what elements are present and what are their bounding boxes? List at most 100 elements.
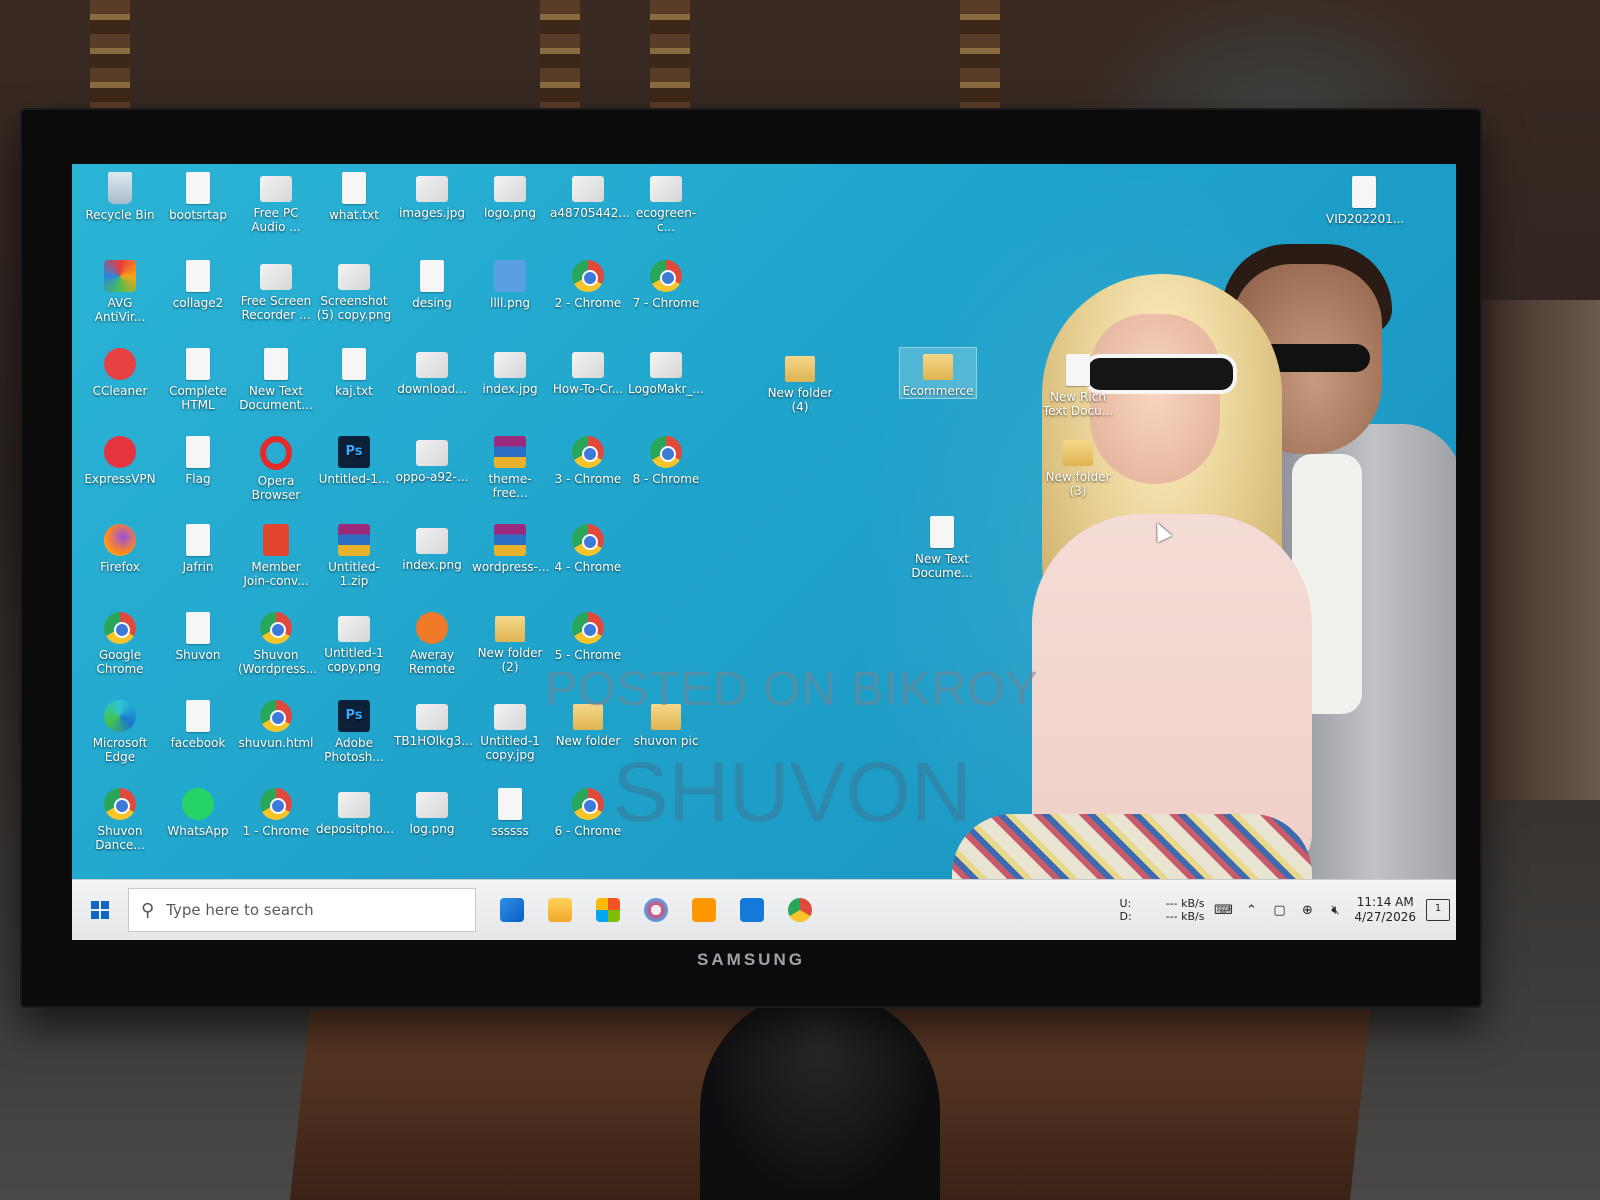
folder-icon	[495, 616, 525, 642]
desktop-icon[interactable]: VID202201...	[1326, 174, 1404, 226]
desktop-icon[interactable]: Shuvon	[160, 610, 236, 662]
desktop-icon[interactable]: Google Chrome	[82, 610, 158, 676]
desktop-icon[interactable]: 4 - Chrome	[550, 522, 626, 574]
notification-center-icon[interactable]: 1	[1426, 899, 1450, 921]
desktop-icon[interactable]: images.jpg	[394, 170, 470, 220]
desktop-icon-label: shuvun.html	[238, 736, 314, 750]
desktop-icon-label: oppo-a92-...	[395, 470, 469, 484]
chevron-up-icon[interactable]: ⌃	[1242, 902, 1260, 918]
desktop-icon[interactable]: Ps Untitled-1...	[316, 434, 392, 486]
desktop-icon-label: Flag	[185, 472, 211, 486]
desktop-icon[interactable]: Jafrin	[160, 522, 236, 574]
keyboard-icon[interactable]: ⌨	[1214, 902, 1233, 918]
desktop-icon[interactable]: New Rich Text Docu...	[1040, 352, 1116, 418]
desktop-icon[interactable]: Ps Adobe Photosh...	[316, 698, 392, 764]
pinned-store[interactable]	[588, 890, 628, 930]
desktop-icon[interactable]: facebook	[160, 698, 236, 750]
aweray-icon	[416, 612, 448, 644]
desktop-icon[interactable]: How-To-Cr...	[550, 346, 626, 396]
desktop-icon[interactable]: index.jpg	[472, 346, 548, 396]
image-file-icon	[650, 176, 682, 202]
desktop-icon[interactable]: oppo-a92-...	[394, 434, 470, 484]
desktop-icon[interactable]: WhatsApp	[160, 786, 236, 838]
desktop-icon[interactable]: Free Screen Recorder ...	[238, 258, 314, 322]
pinned-file-explorer[interactable]	[540, 890, 580, 930]
start-button[interactable]	[80, 894, 120, 926]
desktop-icon[interactable]: download...	[394, 346, 470, 396]
system-tray: U: D: --- kB/s --- kB/s ⌨ ⌃ ▢ ⊕ 🔇︎ 11:14…	[1120, 884, 1450, 936]
clock[interactable]: 11:14 AM 4/27/2026	[1354, 895, 1416, 925]
desktop-icon[interactable]: New folder (2)	[472, 610, 548, 674]
desktop-icon[interactable]: New folder (4)	[762, 350, 838, 414]
desktop-icon[interactable]: Member Join-conv...	[238, 522, 314, 588]
taskbar: ⚲ U: D: --- kB/s --- kB/s	[72, 879, 1456, 940]
desktop-icon[interactable]: Opera Browser	[238, 434, 314, 502]
desktop-icon[interactable]: New Text Docume...	[904, 514, 980, 580]
desktop-icon[interactable]: index.png	[394, 522, 470, 572]
network-icon[interactable]: ⊕	[1298, 902, 1316, 918]
desktop-icon[interactable]: wordpress-...	[472, 522, 549, 574]
desktop-icon[interactable]: Shuvon (Wordpress...	[238, 610, 317, 676]
desktop-icon[interactable]: Untitled-1.zip	[316, 522, 392, 588]
chrome-icon	[572, 612, 604, 644]
pinned-sublime[interactable]	[684, 890, 724, 930]
desktop-icon[interactable]: ExpressVPN	[82, 434, 158, 486]
desktop-icon[interactable]: a48705442...	[550, 170, 630, 220]
desktop-screen[interactable]: Recycle Bin bootsrtap Free PC Audio ... wha…	[72, 164, 1456, 940]
desktop-icon[interactable]: what.txt	[316, 170, 392, 222]
desktop-icon[interactable]: 5 - Chrome	[550, 610, 626, 662]
desktop-icon[interactable]: ecogreen-c...	[628, 170, 704, 234]
desktop-icon-label: Free PC Audio ...	[251, 206, 301, 234]
pinned-media-player[interactable]	[732, 890, 772, 930]
desktop-icon[interactable]: AVG AntiVir...	[82, 258, 158, 324]
desktop-icon[interactable]: 6 - Chrome	[550, 786, 626, 838]
desktop-icon-label: New Rich Text Docu...	[1042, 390, 1114, 418]
search-input[interactable]	[164, 900, 449, 920]
archive-icon	[338, 524, 370, 556]
desktop-icon[interactable]: shuvon pic	[628, 698, 704, 748]
desktop-icon[interactable]: llll.png	[472, 258, 548, 310]
pinned-paint[interactable]	[636, 890, 676, 930]
desktop-icon[interactable]: CCleaner	[82, 346, 158, 398]
desktop-icon[interactable]: 7 - Chrome	[628, 258, 704, 310]
desktop-icon[interactable]: Free PC Audio ...	[238, 170, 314, 234]
desktop-icon[interactable]: New folder (3)	[1040, 434, 1116, 498]
desktop-icon[interactable]: logo.png	[472, 170, 548, 220]
desktop-icon[interactable]: New Text Document...	[238, 346, 314, 412]
desktop-icon[interactable]: New folder	[550, 698, 626, 748]
desktop-icon[interactable]: Untitled-1 copy.jpg	[472, 698, 548, 762]
volume-muted-icon[interactable]: 🔇︎	[1326, 902, 1344, 918]
desktop-icon[interactable]: Untitled-1 copy.png	[316, 610, 392, 674]
chrome-icon	[572, 524, 604, 556]
pinned-chrome[interactable]	[780, 890, 820, 930]
pinned-mail[interactable]	[492, 890, 532, 930]
desktop-icon[interactable]: Screenshot (5) copy.png	[316, 258, 392, 322]
desktop-icon[interactable]: Complete HTML	[160, 346, 236, 412]
desktop-icon[interactable]: 1 - Chrome	[238, 786, 314, 838]
desktop-icon[interactable]: Microsoft Edge	[82, 698, 158, 764]
desktop-icon[interactable]: Flag	[160, 434, 236, 486]
desktop-icon[interactable]: bootsrtap	[160, 170, 236, 222]
desktop-icon[interactable]: collage2	[160, 258, 236, 310]
desktop-icon[interactable]: desing	[394, 258, 470, 310]
desktop-icon[interactable]: log.png	[394, 786, 470, 836]
desktop-icon[interactable]: 3 - Chrome	[550, 434, 626, 486]
meet-now-icon[interactable]: ▢	[1270, 902, 1288, 918]
desktop-icon[interactable]: Shuvon Dance...	[82, 786, 158, 852]
desktop-icon[interactable]: theme-free...	[472, 434, 548, 500]
desktop-icon[interactable]: Firefox	[82, 522, 158, 574]
desktop-icon[interactable]: Aweray Remote	[394, 610, 470, 676]
desktop-icon[interactable]: LogoMakr_...	[628, 346, 704, 396]
desktop-icon[interactable]: kaj.txt	[316, 346, 392, 398]
desktop-icon[interactable]: ssssss	[472, 786, 548, 838]
taskbar-search-box[interactable]: ⚲	[128, 888, 476, 932]
desktop-icon-label: 7 - Chrome	[632, 296, 700, 310]
desktop-icon[interactable]: 2 - Chrome	[550, 258, 626, 310]
desktop-icon[interactable]: depositpho...	[316, 786, 394, 836]
desktop-icon[interactable]: Ecommerce	[899, 347, 977, 399]
desktop-icon[interactable]: TB1HOlkg3...	[394, 698, 473, 748]
desktop-icon[interactable]: Recycle Bin	[82, 170, 158, 222]
desktop-icon[interactable]: 8 - Chrome	[628, 434, 704, 486]
desktop-icon[interactable]: shuvun.html	[238, 698, 314, 750]
file-icon	[186, 524, 210, 556]
